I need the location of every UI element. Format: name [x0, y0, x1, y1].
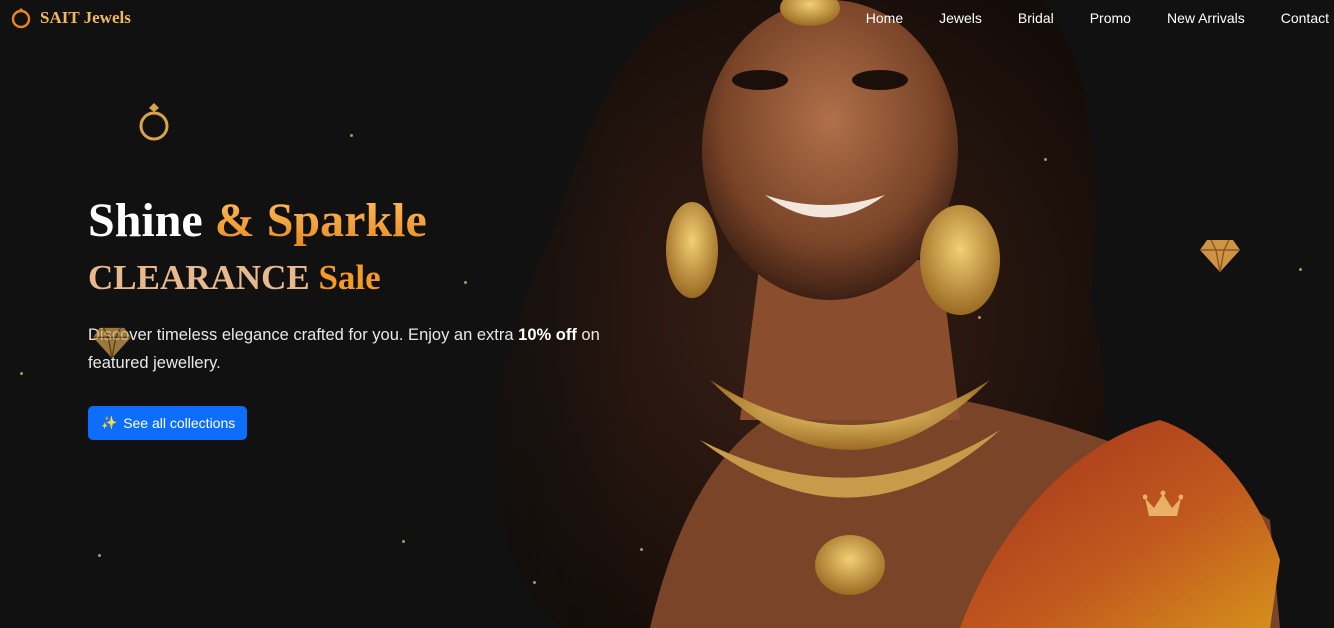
nav-link-new-arrivals[interactable]: New Arrivals	[1149, 0, 1263, 36]
nav-link-home[interactable]: Home	[848, 0, 921, 36]
hero-title-main: Shine	[88, 194, 203, 247]
nav-link-bridal[interactable]: Bridal	[1000, 0, 1072, 36]
hero-subtitle-main: CLEARANCE	[88, 258, 310, 297]
hero-title: Shine & Sparkle	[88, 192, 648, 250]
hero-subtitle-accent: Sale	[318, 258, 381, 297]
floating-crown-icon	[1142, 490, 1184, 523]
floating-diamond-icon	[1199, 238, 1241, 279]
nav-link-contact[interactable]: Contact	[1263, 0, 1329, 36]
floating-diamond-icon-small	[92, 326, 132, 365]
ring-icon	[10, 7, 32, 29]
brand-name: SAIT Jewels	[40, 8, 131, 27]
hero-subtitle: CLEARANCE Sale	[88, 256, 648, 300]
floating-ring-icon	[137, 102, 171, 147]
hero-desc-text: Discover timeless elegance crafted for y…	[88, 326, 514, 344]
see-all-collections-button[interactable]: ✨ See all collections	[88, 406, 248, 440]
nav-link-promo[interactable]: Promo	[1072, 0, 1149, 36]
hero-section: Shine & Sparkle CLEARANCE Sale Discover …	[88, 192, 648, 440]
hero-desc-discount: 10% off	[518, 326, 577, 344]
nav-link-jewels[interactable]: Jewels	[921, 0, 1000, 36]
hero-description: Discover timeless elegance crafted for y…	[88, 321, 648, 377]
cta-label: See all collections	[123, 415, 236, 431]
nav-menu: Home Jewels Bridal Promo New Arrivals Co…	[848, 0, 1329, 36]
brand-logo-link[interactable]: SAIT Jewels	[10, 7, 131, 29]
top-navbar: SAIT Jewels Home Jewels Bridal Promo New…	[0, 0, 1334, 36]
sparkles-icon: ✨	[101, 415, 118, 430]
hero-title-accent: & Sparkle	[214, 194, 427, 247]
